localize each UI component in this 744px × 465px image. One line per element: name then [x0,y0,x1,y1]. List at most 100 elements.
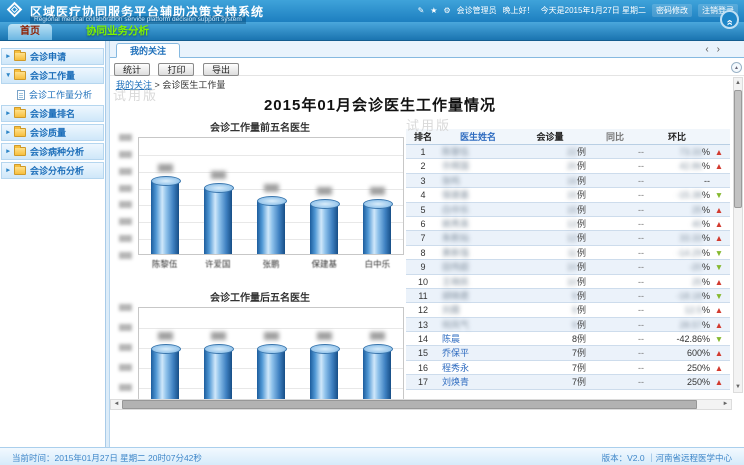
horizontal-scrollbar[interactable]: ◄ ► [110,399,732,410]
nav-tab-business-analysis[interactable]: 协同业务分析 [74,22,161,40]
sidebar-item[interactable]: ►会诊病种分析 [1,143,104,160]
mom-cell: 40% [644,217,710,230]
volume-value: 15 [567,205,577,215]
bar-value-label [264,184,279,192]
doctor-name-link[interactable]: 何风气 [440,318,514,331]
table-header-row: 排名医生姓名会诊量同比环比 [406,129,730,145]
scroll-down-icon[interactable]: ▼ [734,382,742,392]
doctor-name-link[interactable]: 姚秀英 [440,217,514,230]
bar-value-label [317,332,332,340]
app-header: 区域医疗协同服务平台辅助决策支持系统 Regional medical coll… [0,0,744,22]
doctor-name-link[interactable]: 程秀永 [440,361,514,374]
chart-bar [310,348,338,399]
doctor-name-link[interactable]: 胡晓君 [440,289,514,302]
doctor-name-link[interactable]: 刘霞 [440,303,514,316]
sidebar-item[interactable]: ▼会诊工作量 [1,67,104,84]
volume-value: 15 [567,190,577,200]
mom-cell: 250% [644,375,710,388]
tab-my-follows[interactable]: 我的关注 [116,43,180,58]
volume-cell: 13例 [514,217,586,230]
yoy-cell: -- [586,275,644,288]
table-row[interactable]: 3张鸣16例---- [406,174,730,188]
table-row[interactable]: 11胡晓君9例---18.18%▼ [406,289,730,303]
gear-icon[interactable]: ⚙ [443,6,450,15]
doctor-name-link[interactable]: 张鸣 [440,174,514,187]
sidebar-item[interactable]: ►会诊申请 [1,48,104,65]
scroll-left-icon[interactable]: ◄ [111,400,122,409]
sidebar-subitem[interactable]: 会诊工作量分析 [1,86,104,103]
rank-cell: 5 [406,203,440,216]
table-row[interactable]: 13何风气9例--28.57%▲ [406,318,730,332]
table-row[interactable]: 4保建基15例---15.38%▼ [406,188,730,202]
trial-watermark: 试用版 [113,85,158,104]
print-button[interactable]: 打印 [158,63,194,76]
table-row[interactable]: 10王晓民10例--25%▲ [406,275,730,289]
sidebar-item[interactable]: ►会诊分布分析 [1,162,104,179]
rank-cell: 8 [406,246,440,259]
doctor-name-link[interactable]: 许辉国 [440,159,514,172]
doctor-name-link[interactable]: 保建基 [440,188,514,201]
table-row[interactable]: 5白中乐15例--25%▲ [406,203,730,217]
sidebar-item[interactable]: ►会诊质量 [1,124,104,141]
table-row[interactable]: 15乔保平7例--600%▲ [406,346,730,360]
bar-value-label [211,171,226,179]
sidebar-item[interactable]: ►会诊量排名 [1,105,104,122]
tab-next-icon[interactable]: › [717,44,728,55]
doctor-name-link[interactable]: 田伟超 [440,260,514,273]
edit-icon[interactable]: ✎ [418,6,425,15]
table-row[interactable]: 6姚秀英13例--40%▲ [406,217,730,231]
main-area: ►会诊申请▼会诊工作量会诊工作量分析►会诊量排名►会诊质量►会诊病种分析►会诊分… [0,41,744,447]
horizontal-scrollbar-thumb[interactable] [122,400,697,409]
vertical-scrollbar[interactable]: ▲ ▼ [733,77,743,393]
sidebar-item-label: 会诊工作量 [30,69,75,82]
percent-sign: % [702,363,710,373]
star-icon[interactable]: ★ [430,6,437,15]
scroll-right-icon[interactable]: ► [720,400,731,409]
export-button[interactable]: 导出 [203,63,239,76]
yoy-cell: -- [586,303,644,316]
panel-collapse-icon[interactable]: ▲ [731,62,742,73]
table-row[interactable]: 17刘焕青7例--250%▲ [406,375,730,389]
bar-value-label [158,164,173,172]
table-row[interactable]: 7朱新灿12例--33.33%▲ [406,231,730,245]
doctor-name-link[interactable]: 刘焕青 [440,375,514,388]
chart-bar [151,348,179,399]
tab-scroll-arrows[interactable]: ‹› [705,44,728,55]
gridline [139,328,403,329]
rank-cell: 1 [406,145,440,158]
volume-unit: 例 [577,262,586,272]
table-row[interactable]: 16程秀永7例--250%▲ [406,361,730,375]
chart-bar [363,203,391,254]
volume-unit: 例 [577,320,586,330]
x-axis-labels: 陈黎伍许爱国张鹏保建基白中乐 [138,258,404,270]
tab-prev-icon[interactable]: ‹ [705,44,716,55]
volume-cell: 7例 [514,375,586,388]
table-row[interactable]: 12刘霞9例--12.5%▲ [406,303,730,317]
bar-value-label [370,187,385,195]
yoy-cell: -- [586,145,644,158]
doctor-name-link[interactable]: 王晓民 [440,275,514,288]
chart-bar [204,187,232,254]
doctor-name-link[interactable]: 黄新强 [440,246,514,259]
stats-button[interactable]: 统计 [114,63,150,76]
scroll-up-icon[interactable]: ▲ [734,78,742,88]
doctor-name-link[interactable]: 乔保平 [440,346,514,359]
content-area: 我的关注 ‹› 统计 打印 导出 我的关注 > 会诊医生工作量 试用版 试用版 … [110,41,744,447]
nav-tab-home[interactable]: 首页 [8,24,52,40]
table-row[interactable]: 8黄新强11例---14.29%▼ [406,246,730,260]
volume-cell: 11例 [514,246,586,259]
doctor-name-link[interactable]: 朱新灿 [440,231,514,244]
change-password-button[interactable]: 密码修改 [652,4,692,17]
table-row[interactable]: 14陈晨8例---42.86%▼ [406,332,730,346]
vertical-scrollbar-thumb[interactable] [734,90,742,208]
scroll-top-button[interactable]: « [720,10,739,29]
doctor-name-link[interactable]: 陈黎伍 [440,145,514,158]
doctor-name-link[interactable]: 陈晨 [440,332,514,345]
x-axis-label: 保建基 [298,258,351,270]
doctor-name-link[interactable]: 白中乐 [440,203,514,216]
table-row[interactable]: 2许辉国20例--42.86%▲ [406,159,730,173]
doctor-workload-table: 排名医生姓名会诊量同比环比 1陈黎伍22例--73.33%▲2许辉国20例--4… [406,129,730,399]
folder-icon [14,71,26,80]
table-row[interactable]: 9田伟超10例---20%▼ [406,260,730,274]
table-row[interactable]: 1陈黎伍22例--73.33%▲ [406,145,730,159]
